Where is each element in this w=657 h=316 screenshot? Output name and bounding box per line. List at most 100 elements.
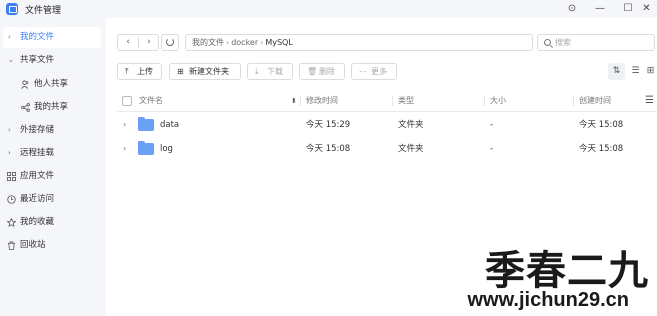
search-box — [537, 34, 655, 51]
refresh-button[interactable] — [161, 34, 179, 51]
sidebar-item-label: 最近访问 — [20, 194, 55, 204]
breadcrumb-separator: › — [260, 38, 264, 47]
sort-view-button[interactable]: ⇅ — [608, 63, 625, 80]
select-all-checkbox[interactable] — [122, 96, 132, 106]
sidebar-item-recent[interactable]: 最近访问 — [3, 189, 101, 210]
column-divider — [573, 96, 574, 106]
breadcrumb-item[interactable]: 我的文件 — [192, 38, 224, 47]
sidebar-item-label: 远程挂载 — [20, 148, 55, 158]
column-header-modified[interactable]: 修改时间 — [306, 90, 338, 112]
trash-icon — [7, 241, 16, 250]
title-bar: 文件管理 ⊙ — ☐ ✕ — [0, 0, 657, 18]
list-view-button[interactable]: ☰ — [627, 63, 644, 80]
download-label: 下载 — [267, 67, 283, 76]
users-icon — [21, 80, 29, 89]
sidebar-item-favorites[interactable]: 我的收藏 — [3, 212, 101, 233]
sidebar: › 我的文件 ⌄ 共享文件 他人共享 我的共享 › 外接存储 › 远程挂载 应用… — [0, 18, 106, 316]
sidebar-item-recycle-bin[interactable]: 回收站 — [3, 235, 101, 256]
column-divider — [392, 96, 393, 106]
pin-icon[interactable]: ⊙ — [558, 0, 586, 18]
file-type: 文件夹 — [398, 120, 424, 130]
upload-icon: ⤒ — [125, 67, 129, 76]
column-header-type[interactable]: 类型 — [398, 90, 414, 112]
delete-icon: 🗑 — [307, 67, 318, 76]
table-row[interactable]: › log 今天 15:08 文件夹 - 今天 15:08 — [117, 137, 657, 161]
upload-button[interactable]: ⤒ 上传 — [117, 63, 162, 80]
clock-icon — [7, 195, 16, 204]
sidebar-item-my-shares[interactable]: 我的共享 — [3, 97, 101, 118]
sidebar-item-label: 他人共享 — [34, 79, 69, 89]
column-header-name[interactable]: 文件名 — [139, 90, 163, 112]
column-divider — [484, 96, 485, 106]
back-button[interactable]: ‹ — [118, 35, 138, 50]
sidebar-item-label: 我的文件 — [20, 32, 55, 42]
refresh-icon — [166, 38, 174, 46]
file-name[interactable]: data — [160, 113, 179, 137]
folder-icon — [138, 141, 154, 155]
modified-time: 今天 15:29 — [306, 120, 351, 130]
chevron-right-icon: › — [8, 33, 11, 41]
created-time: 今天 15:08 — [579, 144, 624, 154]
close-button[interactable]: ✕ — [636, 0, 657, 18]
expand-icon[interactable]: › — [123, 137, 126, 161]
expand-icon[interactable]: › — [123, 113, 126, 137]
sidebar-item-my-files[interactable]: › 我的文件 — [3, 27, 101, 48]
download-icon: ⤓ — [255, 67, 259, 76]
chevron-right-icon: › — [8, 149, 11, 157]
breadcrumb-item[interactable]: MySQL — [265, 38, 292, 47]
new-folder-label: 新建文件夹 — [189, 67, 229, 76]
breadcrumb[interactable]: 我的文件 › docker › MySQL — [185, 34, 533, 51]
share-icon — [21, 103, 30, 112]
breadcrumb-separator: › — [226, 38, 230, 47]
app-title: 文件管理 — [25, 6, 62, 16]
search-icon — [544, 39, 551, 46]
new-folder-button[interactable]: ⊞ 新建文件夹 — [169, 63, 241, 80]
created-time: 今天 15:08 — [579, 120, 624, 130]
column-divider — [300, 96, 301, 106]
table-header: 文件名 ⬍ 修改时间 类型 大小 创建时间 ☰ — [117, 90, 657, 112]
file-size: - — [490, 144, 494, 154]
sidebar-item-label: 应用文件 — [20, 171, 55, 181]
app-logo-icon — [6, 3, 18, 15]
sidebar-item-external-storage[interactable]: › 外接存储 — [3, 120, 101, 141]
file-size: - — [490, 120, 494, 130]
grid-view-button[interactable]: ⊞ — [644, 63, 657, 80]
column-header-created[interactable]: 创建时间 — [579, 90, 611, 112]
more-label: 更多 — [371, 67, 387, 76]
upload-label: 上传 — [137, 67, 153, 76]
column-settings-icon[interactable]: ☰ — [645, 90, 654, 112]
delete-label: 删除 — [319, 67, 335, 76]
nav-buttons: ‹ › — [117, 34, 159, 51]
sidebar-item-label: 回收站 — [20, 240, 46, 250]
sidebar-item-label: 我的收藏 — [20, 217, 55, 227]
search-input[interactable] — [555, 36, 650, 49]
more-button[interactable]: ⋯ 更多 — [351, 63, 397, 80]
folder-icon — [138, 117, 154, 131]
table-row[interactable]: › data 今天 15:29 文件夹 - 今天 15:08 — [117, 113, 657, 137]
star-icon — [7, 218, 16, 227]
chevron-right-icon: › — [8, 126, 11, 134]
file-name[interactable]: log — [160, 137, 173, 161]
sidebar-item-label: 外接存储 — [20, 125, 55, 135]
apps-icon — [7, 172, 16, 181]
sidebar-item-shared-files[interactable]: ⌄ 共享文件 — [3, 50, 101, 71]
watermark-text: 季春二九 — [485, 247, 649, 294]
sidebar-item-remote-mount[interactable]: › 远程挂载 — [3, 143, 101, 164]
sidebar-item-app-files[interactable]: 应用文件 — [3, 166, 101, 187]
forward-button[interactable]: › — [139, 35, 159, 50]
sidebar-item-label: 共享文件 — [20, 55, 55, 65]
breadcrumb-item[interactable]: docker — [231, 38, 258, 47]
sidebar-item-others-shared[interactable]: 他人共享 — [3, 74, 101, 95]
sort-icon[interactable]: ⬍ — [291, 90, 297, 112]
download-button[interactable]: ⤓ 下载 — [247, 63, 293, 80]
minimize-button[interactable]: — — [586, 0, 614, 18]
watermark-url: www.jichun29.cn — [467, 289, 629, 311]
chevron-down-icon: ⌄ — [8, 56, 14, 64]
modified-time: 今天 15:08 — [306, 144, 351, 154]
file-type: 文件夹 — [398, 144, 424, 154]
delete-button[interactable]: 🗑 删除 — [299, 63, 345, 80]
column-header-size[interactable]: 大小 — [490, 90, 506, 112]
sidebar-item-label: 我的共享 — [34, 102, 69, 112]
more-icon: ⋯ — [359, 67, 367, 76]
new-folder-icon: ⊞ — [177, 67, 184, 76]
